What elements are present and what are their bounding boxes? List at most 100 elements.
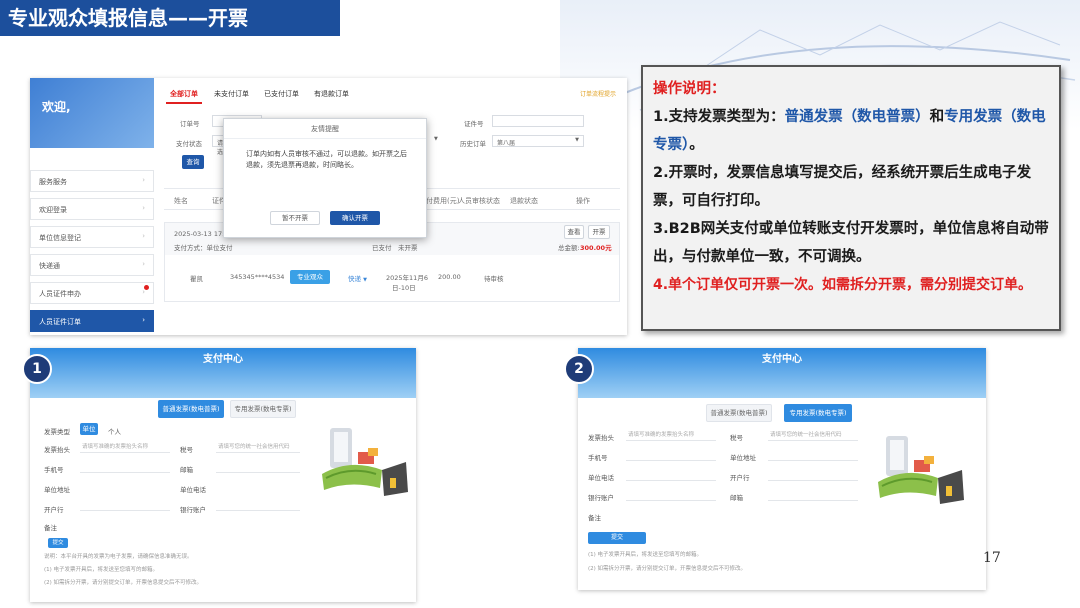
row-date-2: 日-10日 [392,284,416,292]
sidebar-item[interactable]: 服务服务 › [30,170,154,192]
order-pay-method: 支付方式：单位支付 [174,244,233,252]
row-name: 瞿凯 [190,275,203,283]
invoice-button[interactable]: 开票 [588,225,610,239]
pay2-unit-phone-label: 单位电话 [588,474,614,482]
pay1-title-input[interactable]: 请填写准确的发票抬头名称 [82,442,148,450]
pay2-tab-normal[interactable]: 普通发票(数电普票) [706,404,772,422]
pay1-tab-special[interactable]: 专用发票(数电专票) [230,400,296,418]
row-id: 345345****4534 [230,273,285,281]
pay1-type-person[interactable]: 个人 [108,426,121,436]
welcome-banner: 欢迎, [30,78,154,148]
pay2-title-input[interactable]: 请填写准确的发票抬头名称 [628,430,694,438]
sidebar-item-label: 欢迎登录 [39,206,67,214]
pay1-title-label: 发票抬头 [44,446,70,454]
pay1-submit-button[interactable]: 提交 [48,538,68,548]
order-invoice-status: 未开票 [398,244,418,252]
sidebar-item[interactable]: 人员证件申办 › [30,282,154,304]
pay2-unit-phone-line[interactable] [626,480,716,481]
pay1-type-unit[interactable]: 单位 [80,423,98,435]
history-value: 第八届 [497,140,516,147]
sidebar-item[interactable]: 欢迎登录 › [30,198,154,220]
instructions-title: 操作说明： [653,81,726,97]
pay2-address-label: 单位地址 [730,454,756,462]
cert-no-label: 证件号 [464,120,484,128]
pay2-tax-input[interactable]: 请填写您的统一社会信用代码 [770,430,842,438]
row-review: 待审核 [484,275,504,283]
pay1-bank-line[interactable] [80,510,170,511]
tab-unpaid[interactable]: 未支付订单 [214,89,249,99]
row-date-1: 2025年11月6 [386,274,428,282]
pay2-title-label: 发票抬头 [588,434,614,442]
pay1-tax-line [216,452,300,453]
pay1-unit-phone-label: 单位电话 [180,486,206,494]
cert-type-badge: 专业观众 [290,270,330,284]
tab-paid[interactable]: 已支付订单 [264,89,299,99]
pay1-phone-line[interactable] [80,472,170,473]
order-flow-link[interactable]: 订单流程提示 [580,89,616,98]
pay2-tax-label: 税号 [730,434,743,442]
sidebar-item[interactable]: 人员证件订单 › [30,310,154,332]
confirm-invoice-button[interactable]: 确认开票 [330,211,380,225]
pay2-title-line [626,440,716,441]
pay2-phone-line[interactable] [626,460,716,461]
chevron-right-icon: › [142,232,145,240]
query-button[interactable]: 查询 [182,155,204,169]
pay1-email-line[interactable] [216,472,300,473]
tab-underline [166,102,202,104]
chevron-down-icon: ▼ [434,136,438,142]
pay2-phone-label: 手机号 [588,454,608,462]
invoice-illustration [878,436,964,504]
sidebar-item-label: 快递通 [39,262,60,270]
modal-body: 订单内如有人员审核不通过，可以退款。如开票之后退款，须先退票再退款，时间略长。 [246,150,407,169]
pay1-tax-input[interactable]: 请填写您的统一社会信用代码 [218,442,290,450]
pay1-bank-label: 开户行 [44,506,64,514]
chevron-down-icon: ▼ [363,277,367,283]
pay2-submit-button[interactable]: 提交 [588,532,646,544]
pay2-note-1: (1) 电子发票开具后，将发送至您填写的邮箱。 [588,552,703,558]
col-fee: 付费用(元) [426,197,460,205]
pay2-email-line[interactable] [768,500,858,501]
instruction-3: 3.B2B网关支付或单位转账支付开发票时，单位信息将自动带出，与付款单位一致，不… [653,221,1049,265]
sidebar-item[interactable]: 快递通 › [30,254,154,276]
pay2-bank-line[interactable] [768,480,858,481]
pay2-address-line[interactable] [768,460,858,461]
pay2-account-label: 银行账户 [588,494,614,502]
invoice-illustration [322,428,408,496]
history-select[interactable]: 第八届 ▼ [492,135,584,147]
pay1-account-line[interactable] [216,510,300,511]
cancel-invoice-button[interactable]: 暂不开票 [270,211,320,225]
sidebar-item[interactable]: 单位信息登记 › [30,226,154,248]
tab-all-orders[interactable]: 全部订单 [170,89,198,99]
view-button[interactable]: 查看 [564,225,584,239]
delivery-label: 快递 [348,275,361,283]
row-delivery[interactable]: 快递 ▼ [348,273,367,283]
history-label: 历史订单 [460,140,486,148]
instructions-panel: 操作说明： 1.支持发票类型为：普通发票（数电普票）和专用发票（数电专票）。 2… [641,65,1061,331]
pay1-remark-label: 备注 [44,524,57,532]
pay1-email-label: 邮箱 [180,466,193,474]
pay-status-label: 支付状态 [176,140,202,148]
pay1-tab-normal[interactable]: 普通发票(数电普票) [158,400,224,418]
instruction-2: 2.开票时，发票信息填写提交后，经系统开票后生成电子发票，可自行打印。 [653,165,1032,209]
row-price: 200.00 [438,273,461,281]
chevron-right-icon: › [142,176,145,184]
pay2-tab-special[interactable]: 专用发票(数电专票) [784,404,852,422]
total-label: 总金额: [558,244,580,252]
pay1-note-2: (1) 电子发票开具后，将发送至您填写的邮箱。 [44,567,159,573]
pay1-title-line [80,452,170,453]
tab-refund[interactable]: 有退款订单 [314,89,349,99]
slide-title: 专业观众填报信息——开票 [0,0,340,36]
pay2-note-2: (2) 如需拆分开票，请分别提交订单，开票信息提交后不可修改。 [588,566,747,572]
pay2-account-line[interactable] [626,500,716,501]
instruction-1-b: 普通发票（数电普票） [784,109,930,125]
pay1-account-label: 银行账户 [180,506,206,514]
cert-no-input[interactable] [492,115,584,127]
pay1-note-1: 说明：本平台开具的发票为电子发票，请确保信息准确无误。 [44,554,193,560]
invoice-confirm-modal: 友情提醒 订单内如有人员审核不通过，可以退款。如开票之后退款，须先退票再退款，时… [223,118,427,238]
order-status: 已支付 [372,244,392,252]
pay1-phone-label: 手机号 [44,466,64,474]
instruction-4: 4.单个订单仅可开票一次。如需拆分开票，需分别提交订单。 [653,277,1033,293]
chevron-down-icon: ▼ [575,137,579,143]
instruction-1-a: 1.支持发票类型为： [653,109,785,125]
order-no-label: 订单号 [180,120,200,128]
